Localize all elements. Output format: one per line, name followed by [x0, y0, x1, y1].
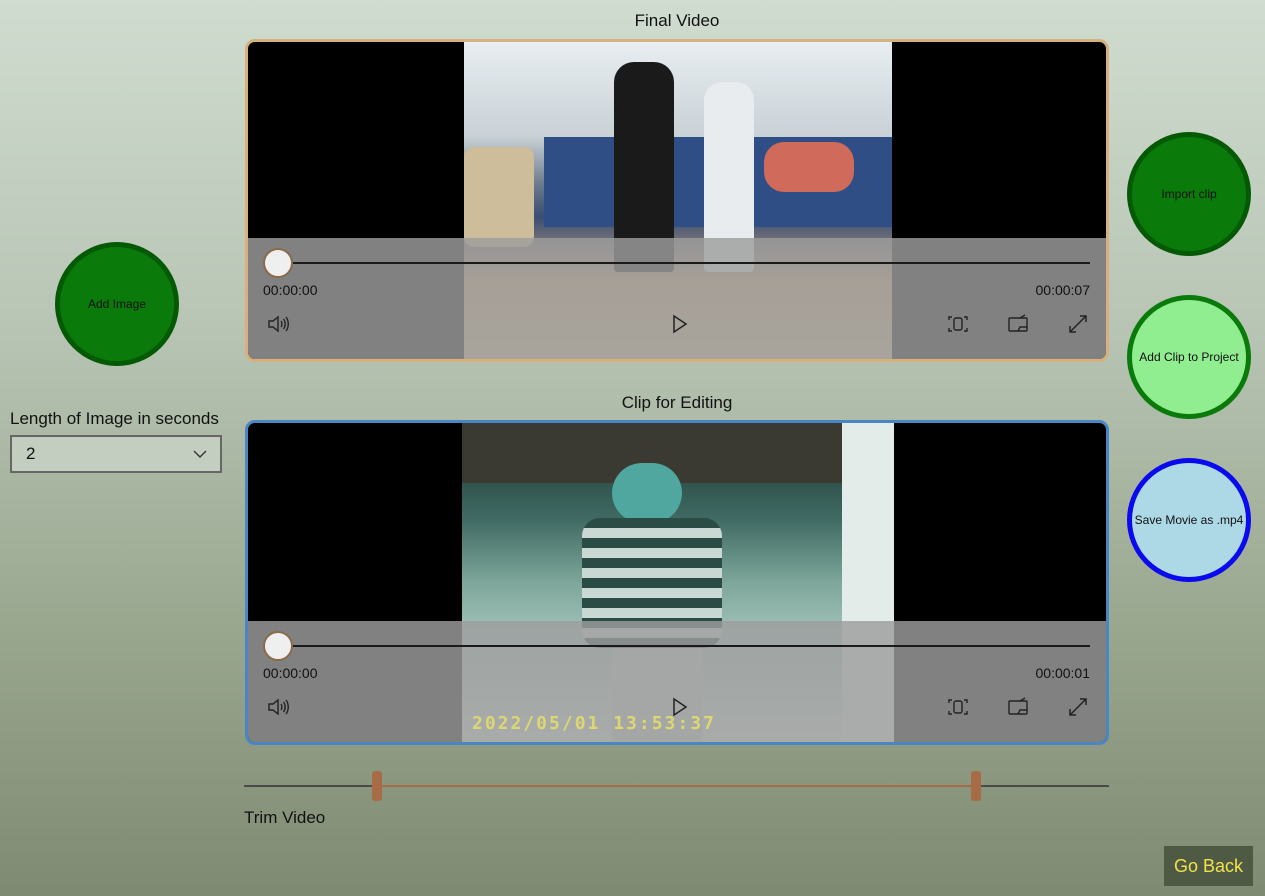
clip-time-current: 00:00:00: [263, 665, 318, 681]
final-time-total: 00:00:07: [1035, 282, 1091, 298]
clip-seek-thumb[interactable]: [263, 631, 293, 661]
image-length-label: Length of Image in seconds: [10, 409, 219, 428]
add-clip-to-project-button[interactable]: Add Clip to Project: [1127, 295, 1251, 419]
clip-editor-player[interactable]: 00:00:00 00:00:01 2022/05/01 13:53:37: [245, 420, 1109, 745]
final-video-title: Final Video: [634, 11, 720, 30]
add-image-button[interactable]: Add Image: [55, 242, 179, 366]
volume-icon[interactable]: [266, 312, 290, 336]
save-movie-label: Save Movie as .mp4: [1134, 513, 1244, 527]
final-seek-track[interactable]: [278, 262, 1090, 264]
trim-start-handle[interactable]: [372, 771, 382, 801]
add-image-label: Add Image: [87, 297, 147, 311]
clip-time-total: 00:00:01: [1035, 665, 1091, 681]
volume-icon[interactable]: [266, 695, 290, 719]
play-icon[interactable]: [667, 312, 691, 336]
final-seek-thumb[interactable]: [263, 248, 293, 278]
import-clip-button[interactable]: Import clip: [1127, 132, 1251, 256]
final-video-controls: 00:00:00 00:00:07: [248, 238, 1106, 359]
import-clip-label: Import clip: [1161, 187, 1217, 201]
image-length-select[interactable]: 2: [10, 435, 222, 473]
go-back-label: Go Back: [1173, 855, 1244, 876]
play-icon[interactable]: [667, 695, 691, 719]
aspect-ratio-icon[interactable]: [946, 695, 970, 719]
image-length-value: 2: [26, 444, 36, 463]
clip-editor-title: Clip for Editing: [621, 393, 733, 412]
cast-icon[interactable]: [1006, 695, 1030, 719]
final-video-player[interactable]: 00:00:00 00:00:07: [245, 39, 1109, 362]
trim-selected-range: [377, 785, 975, 787]
chevron-down-icon: [193, 450, 207, 458]
save-movie-button[interactable]: Save Movie as .mp4: [1127, 458, 1251, 582]
clip-editor-controls: 00:00:00 00:00:01 2022/05/01 13:53:37: [248, 621, 1106, 742]
final-time-current: 00:00:00: [263, 282, 318, 298]
fullscreen-icon[interactable]: [1066, 312, 1090, 336]
fullscreen-icon[interactable]: [1066, 695, 1090, 719]
trim-video-label: Trim Video: [244, 808, 326, 827]
cast-icon[interactable]: [1006, 312, 1030, 336]
aspect-ratio-icon[interactable]: [946, 312, 970, 336]
trim-end-handle[interactable]: [971, 771, 981, 801]
go-back-button[interactable]: Go Back: [1164, 846, 1253, 886]
add-clip-label: Add Clip to Project: [1139, 350, 1239, 364]
clip-seek-track[interactable]: [278, 645, 1090, 647]
